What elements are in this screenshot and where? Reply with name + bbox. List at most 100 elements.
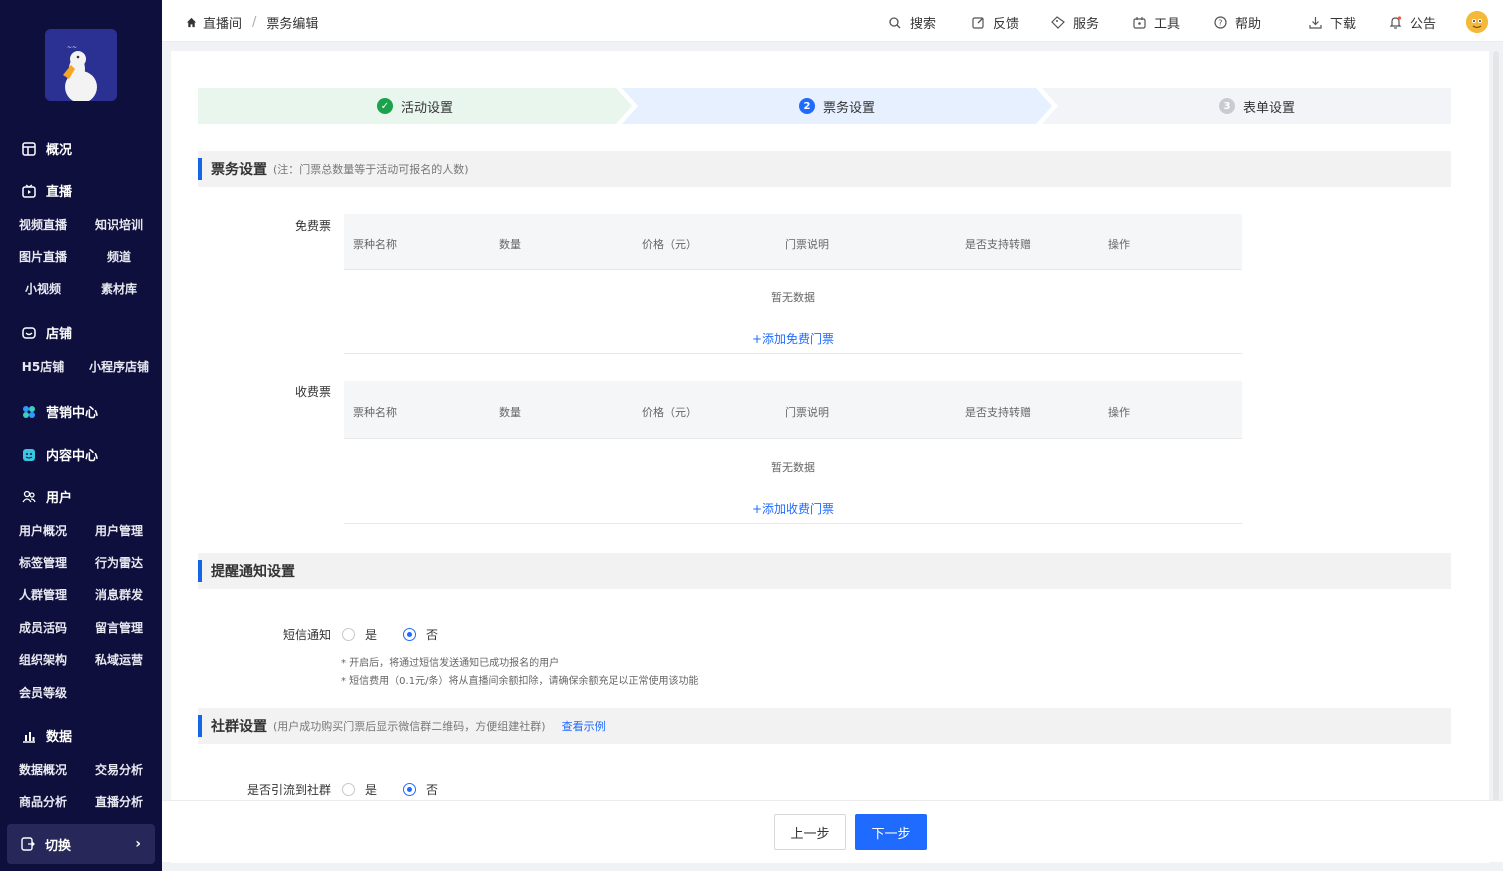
download-icon [1308, 16, 1322, 30]
nav-label: 店铺 [46, 327, 73, 342]
col-transfer: 是否支持转赠 [965, 238, 1031, 251]
divider [344, 523, 1242, 524]
group-radio-yes[interactable]: 是 [342, 781, 377, 798]
footer-bar: 上一步 下一步 [162, 800, 1503, 862]
col-action: 操作 [1108, 406, 1130, 419]
sidebar-item-materials[interactable]: 素材库 [83, 280, 155, 297]
sidebar-item-training[interactable]: 知识培训 [83, 216, 155, 233]
sidebar-item-video-live[interactable]: 视频直播 [7, 216, 79, 233]
header-search-label: 搜索 [910, 17, 937, 32]
header-tools[interactable]: 工具 [1132, 13, 1180, 32]
header-tools-label: 工具 [1154, 17, 1181, 32]
chart-icon [22, 729, 36, 743]
breadcrumb-home[interactable]: 直播间 [203, 13, 242, 32]
radio-circle-selected [403, 628, 416, 641]
bell-icon [1388, 16, 1402, 30]
main-panel: ✓ 活动设置 2 票务设置 3 表单设置 票务设置 (注：门票总数量等于活动可报… [171, 51, 1489, 863]
step-label: 表单设置 [1242, 100, 1295, 116]
sidebar-item-comments[interactable]: 留言管理 [83, 619, 155, 636]
sidebar-item-photo-live[interactable]: 图片直播 [7, 248, 79, 265]
step-form[interactable]: 3 表单设置 [1042, 88, 1472, 124]
sms-radio-yes[interactable]: 是 [342, 626, 377, 643]
nav-content[interactable]: 内容中心 [22, 445, 98, 464]
col-action: 操作 [1108, 238, 1130, 251]
header-service[interactable]: 服务 [1051, 13, 1099, 32]
nav-marketing[interactable]: 营销中心 [22, 402, 98, 421]
sidebar-item-h5-store[interactable]: H5店铺 [7, 358, 79, 375]
home-icon [186, 17, 197, 28]
breadcrumb-separator: / [252, 15, 257, 30]
nav-users[interactable]: 用户 [22, 487, 72, 506]
table-header: 票种名称 数量 价格（元） 门票说明 是否支持转赠 操作 [344, 381, 1242, 438]
header-notice[interactable]: 公告 [1388, 13, 1436, 32]
scrollbar[interactable] [1493, 51, 1499, 801]
sidebar-item-broadcast[interactable]: 消息群发 [83, 586, 155, 603]
sidebar-item-goods[interactable]: 商品分析 [7, 793, 79, 810]
sidebar-item-private[interactable]: 私域运营 [83, 651, 155, 668]
live-icon [22, 183, 36, 198]
users-icon [22, 490, 36, 504]
radio-circle-selected [403, 783, 416, 796]
sidebar-item-mini-store[interactable]: 小程序店铺 [83, 358, 155, 375]
col-ticket-name: 票种名称 [353, 238, 397, 251]
sidebar-item-user-manage[interactable]: 用户管理 [83, 522, 155, 539]
col-transfer: 是否支持转赠 [965, 406, 1031, 419]
search-icon [888, 16, 902, 30]
header-download[interactable]: 下载 [1308, 13, 1356, 32]
view-example-link[interactable]: 查看示例 [562, 718, 606, 734]
sidebar-item-member-level[interactable]: 会员等级 [7, 684, 79, 701]
radio-label: 是 [365, 628, 378, 642]
header-download-label: 下载 [1330, 17, 1357, 32]
col-price: 价格（元） [642, 406, 697, 419]
ticket-section-header: 票务设置 (注：门票总数量等于活动可报名的人数) [198, 151, 1451, 187]
header-feedback-label: 反馈 [993, 17, 1020, 32]
step-ticket[interactable]: 2 票务设置 [622, 88, 1052, 124]
sms-notify-label: 短信通知 [282, 628, 331, 642]
nav-store[interactable]: 店铺 [22, 323, 72, 342]
sidebar-item-user-overview[interactable]: 用户概况 [7, 522, 79, 539]
radio-circle [342, 783, 355, 796]
avatar[interactable] [1466, 11, 1488, 33]
header-help[interactable]: ? 帮助 [1213, 13, 1261, 32]
sidebar-item-org[interactable]: 组织架构 [7, 651, 79, 668]
nav-label: 用户 [46, 491, 73, 506]
add-free-ticket-link[interactable]: +添加免费门票 [344, 330, 1242, 347]
content-icon [22, 448, 36, 462]
prev-step-button[interactable]: 上一步 [774, 814, 846, 850]
sidebar-item-trade[interactable]: 交易分析 [83, 761, 155, 778]
sidebar-item-data-overview[interactable]: 数据概况 [7, 761, 79, 778]
sidebar-item-short-video[interactable]: 小视频 [7, 280, 79, 297]
step-label: 活动设置 [400, 100, 453, 116]
step-activity[interactable]: ✓ 活动设置 [198, 88, 632, 124]
nav-live[interactable]: 直播 [22, 181, 72, 200]
col-ticket-name: 票种名称 [353, 406, 397, 419]
sidebar-item-radar[interactable]: 行为雷达 [83, 554, 155, 571]
header-feedback[interactable]: 反馈 [971, 13, 1019, 32]
sidebar-item-tags[interactable]: 标签管理 [7, 554, 79, 571]
sidebar-item-member-code[interactable]: 成员活码 [7, 619, 79, 636]
nav-data[interactable]: 数据 [22, 726, 72, 745]
sidebar-item-live-analysis[interactable]: 直播分析 [83, 793, 155, 810]
header-search[interactable]: 搜索 [888, 13, 936, 32]
group-section-header: 社群设置 (用户成功购买门票后显示微信群二维码，方便组建社群) 查看示例 [198, 708, 1451, 744]
nav-label: 概况 [46, 143, 73, 158]
col-price: 价格（元） [642, 238, 697, 251]
group-radio-no[interactable]: 否 [403, 781, 438, 798]
chevron-right-icon: › [135, 836, 141, 852]
sms-hint-1: * 开启后，将通过短信发送通知已成功报名的用户 [341, 658, 560, 669]
logo[interactable]: ~~ [45, 29, 117, 101]
sidebar-item-crowd[interactable]: 人群管理 [7, 586, 79, 603]
divider [344, 269, 1242, 270]
sidebar-item-channel[interactable]: 频道 [83, 248, 155, 265]
nav-overview[interactable]: 概况 [22, 139, 72, 158]
add-paid-ticket-link[interactable]: +添加收费门票 [344, 500, 1242, 517]
notify-section-header: 提醒通知设置 [198, 553, 1451, 589]
switch-button[interactable]: 切换 › [7, 824, 155, 864]
breadcrumb-current: 票务编辑 [266, 17, 319, 32]
dashboard-icon [22, 141, 36, 156]
sms-radio-no[interactable]: 否 [403, 626, 438, 643]
next-step-button[interactable]: 下一步 [855, 814, 927, 850]
table-header: 票种名称 数量 价格（元） 门票说明 是否支持转赠 操作 [344, 214, 1242, 269]
sidebar: ~~ 概况 直播 视频直播 知识培训 图片直播 频道 小视频 素材库 店铺 H5… [0, 0, 162, 871]
free-ticket-table: 票种名称 数量 价格（元） 门票说明 是否支持转赠 操作 暂无数据 +添加免费门… [344, 214, 1242, 354]
